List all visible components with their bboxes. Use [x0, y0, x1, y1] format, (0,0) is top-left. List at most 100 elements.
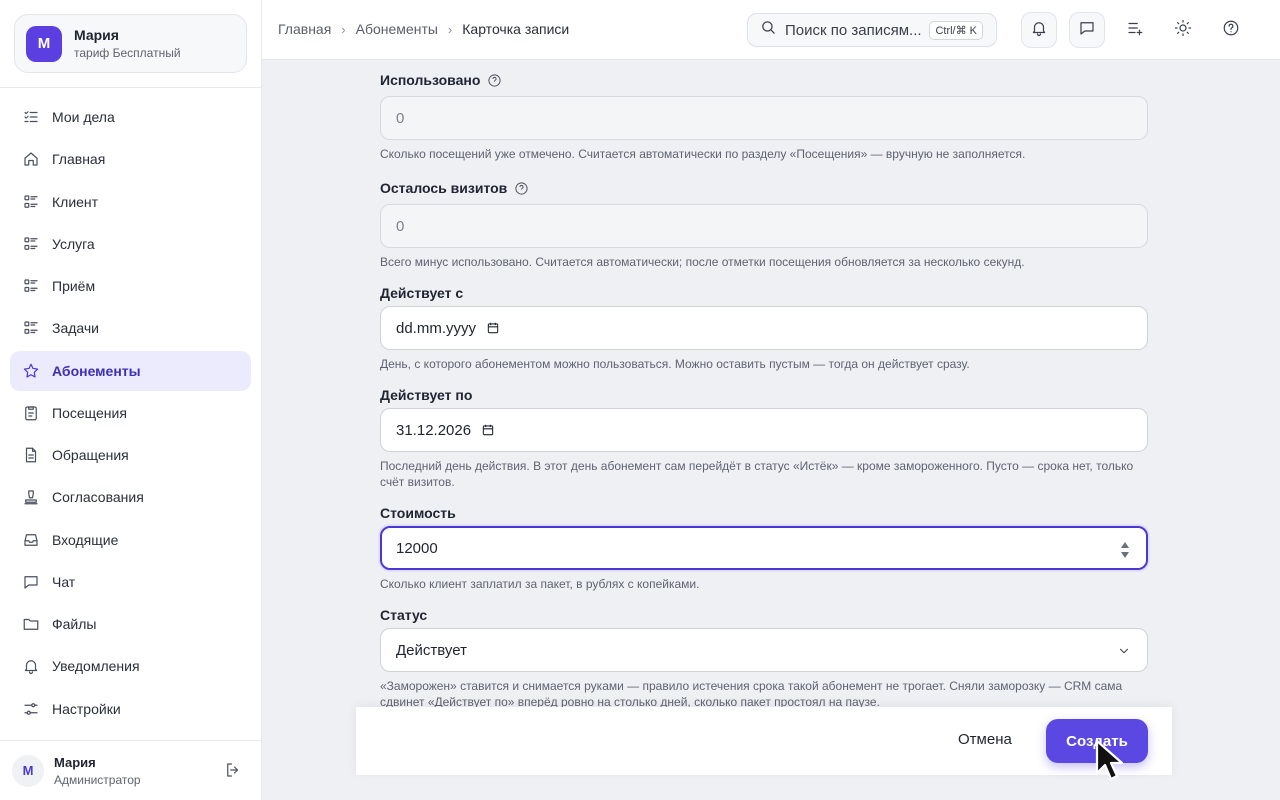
sidebar-item-files[interactable]: Файлы: [10, 604, 251, 644]
clipboard-icon: [22, 404, 40, 422]
number-spinner-icon[interactable]: [1120, 541, 1130, 559]
sidebar-item-home[interactable]: Главная: [10, 139, 251, 179]
search-shortcut: Ctrl/⌘ K: [929, 21, 983, 40]
remaining-field: 0: [380, 204, 1148, 248]
sidebar-nav: Мои дела Главная Клиент Услуга Приём Задачи Аб…: [10, 97, 251, 731]
sidebar-item-label: Задачи: [52, 320, 100, 337]
price-hint: Сколько клиент заплатил за пакет, в рубл…: [380, 577, 700, 591]
account-name: Мария: [74, 27, 119, 43]
used-label-text: Использовано: [380, 72, 481, 88]
stamp-icon: [22, 488, 40, 506]
search-input[interactable]: Поиск по записям... Ctrl/⌘ K: [747, 13, 997, 47]
sidebar-item-label: Чат: [52, 573, 76, 590]
add-to-list-button[interactable]: [1117, 12, 1153, 48]
breadcrumb: Главная › Абонементы › Карточка записи: [278, 21, 569, 37]
sidebar-item-chat[interactable]: Чат: [10, 562, 251, 602]
sun-icon: [1174, 19, 1192, 42]
account-avatar: М: [26, 25, 62, 62]
breadcrumb-home[interactable]: Главная: [278, 21, 331, 37]
list-icon: [22, 193, 40, 211]
help-circle-icon[interactable]: [514, 181, 529, 196]
price-input[interactable]: 12000: [380, 526, 1148, 570]
price-label-text: Стоимость: [380, 505, 456, 521]
remaining-label-text: Осталось визитов: [380, 180, 508, 196]
status-select[interactable]: Действует: [380, 628, 1148, 672]
list-plus-icon: [1126, 19, 1144, 42]
inbox-icon: [22, 531, 40, 549]
sidebar-item-label: Главная: [52, 151, 106, 168]
top-header: Главная › Абонементы › Карточка записи П…: [262, 0, 1280, 60]
account-switcher[interactable]: М Мария тариф Бесплатный: [14, 14, 247, 73]
valid-to-hint: Последний день действия. В этот день або…: [380, 459, 1134, 489]
cancel-button[interactable]: Отмена: [958, 731, 1012, 748]
sidebar-item-client[interactable]: Клиент: [10, 182, 251, 222]
used-hint: Сколько посещений уже отмечено. Считаетс…: [380, 147, 1026, 161]
user-avatar: М: [12, 754, 44, 787]
sidebar-item-label: Входящие: [52, 531, 119, 548]
sidebar-item-label: Уведомления: [52, 658, 140, 675]
search-icon: [760, 19, 777, 41]
list-icon: [22, 319, 40, 337]
status-hint: «Заморожен» ставится и снимается руками …: [380, 679, 1123, 709]
sidebar-item-requests[interactable]: Обращения: [10, 435, 251, 475]
sidebar-item-settings[interactable]: Настройки: [10, 689, 251, 729]
checklist-icon: [22, 108, 40, 126]
help-circle-icon[interactable]: [487, 73, 502, 88]
sidebar-item-tasks[interactable]: Задачи: [10, 308, 251, 348]
notifications-button[interactable]: [1021, 12, 1057, 48]
sidebar-divider: [0, 87, 262, 88]
theme-toggle-button[interactable]: [1165, 12, 1201, 48]
sidebar-item-inbox[interactable]: Входящие: [10, 520, 251, 560]
messages-button[interactable]: [1069, 12, 1105, 48]
sidebar: М Мария тариф Бесплатный Мои дела Главная…: [0, 0, 262, 800]
remaining-value: 0: [396, 217, 405, 235]
bell-icon: [22, 657, 40, 675]
mouse-cursor-icon: [1095, 739, 1124, 781]
valid-to-value: 31.12.2026: [396, 421, 472, 439]
sidebar-item-notifications[interactable]: Уведомления: [10, 646, 251, 686]
status-label: Статус: [380, 607, 427, 623]
sidebar-item-label: Обращения: [52, 447, 129, 463]
sidebar-item-label: Приём: [52, 278, 96, 294]
sidebar-item-appointment[interactable]: Приём: [10, 266, 251, 306]
user-profile[interactable]: М Мария Администратор: [0, 741, 262, 800]
document-icon: [22, 446, 40, 464]
remaining-hint: Всего минус использовано. Считается авто…: [380, 255, 1025, 269]
sidebar-item-visits[interactable]: Посещения: [10, 393, 251, 433]
sidebar-item-label: Мои дела: [52, 109, 115, 125]
status-value: Действует: [396, 641, 467, 659]
valid-from-label-text: Действует с: [380, 285, 464, 301]
help-button[interactable]: [1213, 12, 1249, 48]
list-icon: [22, 235, 40, 253]
price-label: Стоимость: [380, 505, 456, 521]
valid-from-date-input[interactable]: dd.mm.yyyy: [380, 306, 1148, 350]
valid-from-label: Действует с: [380, 285, 463, 301]
user-role: Администратор: [54, 772, 141, 787]
valid-from-hint: День, с которого абонементом можно польз…: [380, 357, 970, 371]
valid-to-label-text: Действует по: [380, 387, 473, 403]
sidebar-item-service[interactable]: Услуга: [10, 224, 251, 264]
calendar-icon[interactable]: [486, 321, 500, 335]
logout-icon[interactable]: [224, 761, 242, 779]
star-icon: [22, 362, 40, 380]
remaining-label: Осталось визитов: [380, 180, 529, 196]
sidebar-item-approvals[interactable]: Согласования: [10, 477, 251, 517]
status-label-text: Статус: [380, 607, 428, 623]
user-name: Мария: [54, 754, 96, 770]
sidebar-item-label: Клиент: [52, 193, 99, 210]
valid-to-date-input[interactable]: 31.12.2026: [380, 408, 1148, 452]
calendar-icon[interactable]: [481, 423, 495, 437]
sidebar-item-label: Посещения: [52, 404, 127, 421]
sidebar-item-subscriptions[interactable]: Абонементы: [10, 350, 251, 391]
settings-icon: [22, 700, 40, 718]
valid-from-value: dd.mm.yyyy: [396, 319, 477, 337]
price-value: 12000: [396, 539, 438, 557]
chat-icon: [22, 573, 40, 591]
account-plan: тариф Бесплатный: [74, 46, 181, 60]
breadcrumb-subscriptions[interactable]: Абонементы: [356, 21, 438, 37]
sidebar-item-my-tasks[interactable]: Мои дела: [10, 97, 251, 137]
chevron-down-icon: [1117, 644, 1131, 658]
chevron-right-icon: ›: [341, 21, 346, 37]
used-field: 0: [380, 96, 1148, 140]
bell-icon: [1030, 19, 1048, 42]
